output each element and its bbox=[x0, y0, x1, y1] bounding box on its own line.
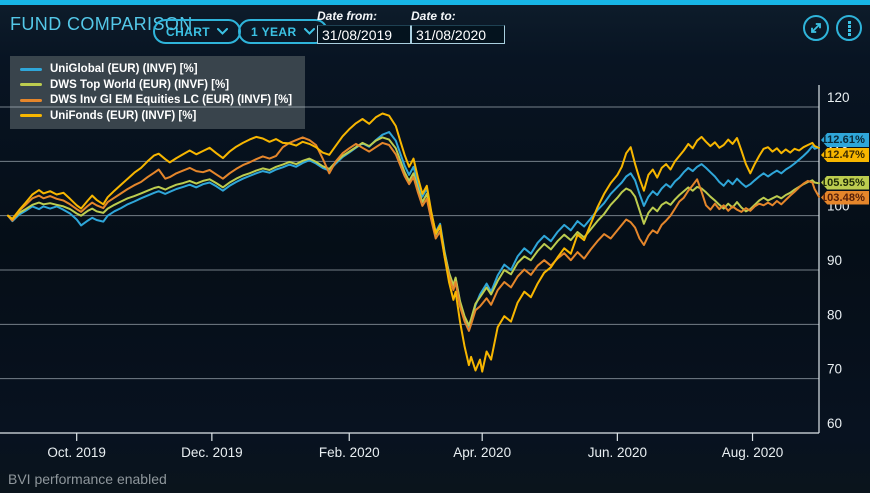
series-end-value-tag-0: 112.61% bbox=[821, 133, 869, 147]
period-dropdown[interactable]: 1 YEAR bbox=[238, 19, 328, 44]
legend-item-2[interactable]: DWS Inv Gl EM Equities LC (EUR) (INVF) [… bbox=[20, 94, 292, 107]
legend-item-0[interactable]: UniGlobal (EUR) (INVF) [%] bbox=[20, 63, 292, 76]
legend-item-1[interactable]: DWS Top World (EUR) (INVF) [%] bbox=[20, 79, 292, 92]
date-to-input[interactable] bbox=[411, 25, 505, 44]
x-axis-tick-label: Feb. 2020 bbox=[319, 445, 380, 460]
chart-type-dropdown[interactable]: CHART bbox=[153, 19, 241, 44]
date-to-label: Date to: bbox=[411, 9, 505, 23]
legend-label: UniFonds (EUR) (INVF) [%] bbox=[50, 110, 196, 123]
series-end-value-tag-1: 105.95% bbox=[821, 176, 869, 190]
y-axis-tick-label: 120 bbox=[827, 90, 850, 105]
series-end-value-tag-2: 103.48% bbox=[821, 191, 869, 205]
series-line-2 bbox=[8, 137, 819, 331]
chart-legend: UniGlobal (EUR) (INVF) [%] DWS Top World … bbox=[10, 56, 305, 129]
series-line-1 bbox=[8, 137, 819, 325]
legend-label: UniGlobal (EUR) (INVF) [%] bbox=[50, 63, 198, 76]
series-line-0 bbox=[8, 132, 819, 328]
chevron-down-icon bbox=[217, 28, 228, 35]
fund-comparison-panel: { "header": { "title": "FUND COMPARISON"… bbox=[0, 0, 870, 493]
legend-swatch bbox=[20, 83, 42, 86]
expand-icon bbox=[809, 21, 823, 35]
expand-button[interactable] bbox=[803, 15, 829, 41]
y-axis-tick-label: 90 bbox=[827, 253, 842, 268]
date-from-label: Date from: bbox=[317, 9, 411, 23]
legend-swatch bbox=[20, 114, 42, 117]
x-axis-tick-label: Jun. 2020 bbox=[588, 445, 647, 460]
date-to-group: Date to: bbox=[411, 9, 505, 44]
period-dropdown-label: 1 YEAR bbox=[251, 25, 297, 39]
chart-type-dropdown-label: CHART bbox=[166, 25, 210, 39]
x-axis-tick-label: Oct. 2019 bbox=[47, 445, 106, 460]
date-from-group: Date from: bbox=[317, 9, 411, 44]
chevron-down-icon bbox=[304, 28, 315, 35]
series-line-3 bbox=[8, 114, 819, 372]
x-axis-tick-label: Dec. 2019 bbox=[181, 445, 243, 460]
header-bar: FUND COMPARISON CHART 1 YEAR Date from: … bbox=[0, 5, 870, 50]
legend-label: DWS Top World (EUR) (INVF) [%] bbox=[50, 79, 229, 92]
legend-swatch bbox=[20, 68, 42, 71]
y-axis-tick-label: 110 bbox=[827, 144, 849, 159]
series-end-value-tag-3: 112.47% bbox=[821, 148, 869, 162]
y-axis-tick-label: 100 bbox=[827, 199, 850, 214]
x-axis-tick-label: Apr. 2020 bbox=[453, 445, 511, 460]
legend-swatch bbox=[20, 99, 42, 102]
y-axis-tick-label: 70 bbox=[827, 362, 842, 377]
legend-label: DWS Inv Gl EM Equities LC (EUR) (INVF) [… bbox=[50, 94, 292, 107]
kebab-menu-icon bbox=[848, 21, 851, 36]
menu-button[interactable] bbox=[836, 15, 862, 41]
legend-item-3[interactable]: UniFonds (EUR) (INVF) [%] bbox=[20, 110, 292, 123]
y-axis-tick-label: 60 bbox=[827, 416, 842, 431]
accent-top-strip bbox=[0, 0, 870, 5]
y-axis-tick-label: 80 bbox=[827, 307, 842, 322]
footer-note: BVI performance enabled bbox=[8, 471, 167, 487]
date-from-input[interactable] bbox=[317, 25, 411, 44]
x-axis-tick-label: Aug. 2020 bbox=[722, 445, 784, 460]
